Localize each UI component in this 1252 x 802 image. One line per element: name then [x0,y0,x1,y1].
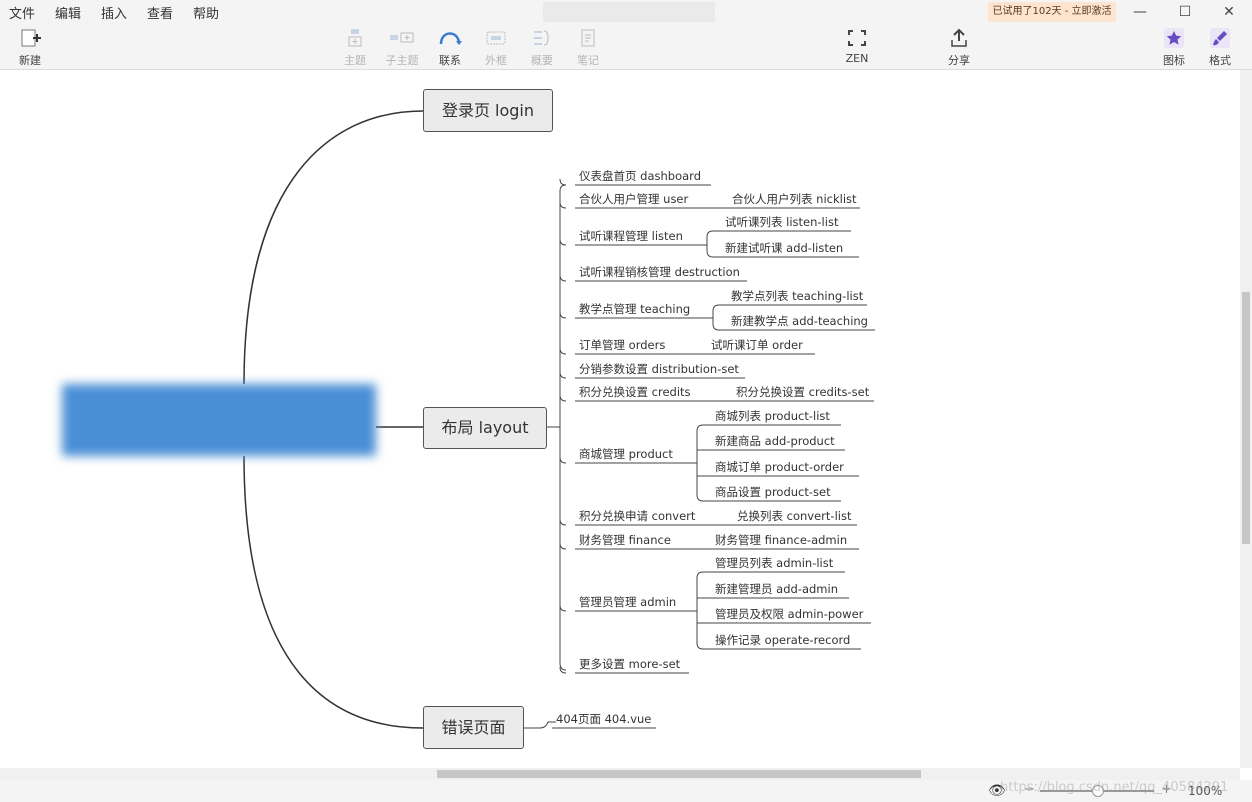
summary-icon [522,28,562,50]
leaf-listen-1[interactable]: 新建试听课 add-listen [725,241,843,257]
vertical-scrollbar[interactable] [1240,70,1252,768]
menu-help[interactable]: 帮助 [193,3,219,22]
branch-dashboard[interactable]: 仪表盘首页 dashboard [579,169,701,185]
maximize-button[interactable]: ☐ [1175,2,1195,22]
subtopic-button[interactable]: 子主题 [382,28,422,68]
star-icon [1154,28,1194,50]
note-icon [568,28,608,50]
note-button[interactable]: 笔记 [568,28,608,68]
boundary-label: 外框 [485,54,507,67]
new-label: 新建 [19,54,41,67]
format-label: 格式 [1209,54,1231,67]
branch-listen[interactable]: 试听课程管理 listen [579,229,683,245]
leaf-404[interactable]: 404页面 404.vue [556,712,651,728]
boundary-button[interactable]: 外框 [476,28,516,68]
relation-icon [430,28,470,50]
topic-label: 主题 [344,54,366,67]
new-file-icon [10,28,50,50]
leaf-product-3[interactable]: 商品设置 product-set [715,485,831,501]
topic-layout[interactable]: 布局 layout [423,407,547,449]
window-title [543,2,715,22]
toolbar: 新建 主题 子主题 联系 外框 概要 笔记 ZEN 分享 图标 格式 [0,24,1252,70]
menu-insert[interactable]: 插入 [101,3,127,22]
leaf-product-0[interactable]: 商城列表 product-list [715,409,830,425]
icons-label: 图标 [1163,54,1185,67]
leaf-finance-0[interactable]: 财务管理 finance-admin [715,533,847,549]
branch-convert[interactable]: 积分兑换申请 convert [579,509,695,525]
brush-icon [1200,28,1240,50]
status-bar: 👁 − + 100% https://blog.csdn.net/qq_4058… [0,780,1252,802]
menu-bar: 文件 编辑 插入 查看 帮助 已试用了102天 - 立即激活 — ☐ ✕ [0,0,1252,24]
leaf-product-1[interactable]: 新建商品 add-product [715,434,835,450]
topic-icon [335,28,375,50]
new-button[interactable]: 新建 [10,28,50,68]
leaf-admin-1[interactable]: 新建管理员 add-admin [715,582,838,598]
branch-finance[interactable]: 财务管理 finance [579,533,671,549]
share-icon [939,28,979,50]
boundary-icon [476,28,516,50]
fullscreen-icon [837,28,877,50]
relation-button[interactable]: 联系 [430,28,470,68]
leaf-credits-0[interactable]: 积分兑换设置 credits-set [736,385,869,401]
leaf-admin-0[interactable]: 管理员列表 admin-list [715,556,833,572]
subtopic-icon [382,28,422,50]
menu-view[interactable]: 查看 [147,3,173,22]
note-label: 笔记 [577,54,599,67]
branch-user[interactable]: 合伙人用户管理 user [579,192,688,208]
branch-destruction[interactable]: 试听课程销核管理 destruction [579,265,740,281]
minimize-button[interactable]: — [1130,2,1150,22]
trial-badge[interactable]: 已试用了102天 - 立即激活 [988,2,1116,22]
branch-credits[interactable]: 积分兑换设置 credits [579,385,691,401]
subtopic-label: 子主题 [385,54,419,67]
topic-login[interactable]: 登录页 login [423,89,553,132]
topic-button[interactable]: 主题 [335,28,375,68]
leaf-user-0[interactable]: 合伙人用户列表 nicklist [732,192,857,208]
leaf-convert-0[interactable]: 兑换列表 convert-list [737,509,851,525]
branch-more[interactable]: 更多设置 more-set [579,657,680,673]
branch-orders[interactable]: 订单管理 orders [579,338,665,354]
menu-file[interactable]: 文件 [9,3,35,22]
leaf-orders-0[interactable]: 试听课订单 order [711,338,803,354]
summary-label: 概要 [531,54,553,67]
vertical-scroll-thumb[interactable] [1242,292,1250,544]
branch-product[interactable]: 商城管理 product [579,447,673,463]
menu-edit[interactable]: 编辑 [55,3,81,22]
leaf-teaching-0[interactable]: 教学点列表 teaching-list [731,289,863,305]
format-button[interactable]: 格式 [1200,28,1240,68]
leaf-admin-2[interactable]: 管理员及权限 admin-power [715,607,863,623]
zen-button[interactable]: ZEN [837,28,877,65]
central-topic[interactable] [62,384,376,456]
leaf-admin-3[interactable]: 操作记录 operate-record [715,633,850,649]
branch-admin[interactable]: 管理员管理 admin [579,595,676,611]
leaf-listen-0[interactable]: 试听课列表 listen-list [725,215,838,231]
share-label: 分享 [948,54,970,67]
branch-teaching[interactable]: 教学点管理 teaching [579,302,690,318]
topic-error[interactable]: 错误页面 [423,706,524,749]
horizontal-scrollbar[interactable] [0,768,1240,780]
watermark-text: https://blog.csdn.net/qq_40584291 [1000,780,1229,795]
branch-distribution[interactable]: 分销参数设置 distribution-set [579,362,739,378]
relation-label: 联系 [439,54,461,67]
icons-button[interactable]: 图标 [1154,28,1194,68]
summary-button[interactable]: 概要 [522,28,562,68]
share-button[interactable]: 分享 [939,28,979,68]
zen-label: ZEN [845,52,869,65]
horizontal-scroll-thumb[interactable] [437,770,921,778]
mindmap-canvas[interactable]: 登录页 login 布局 layout 错误页面 仪表盘首页 dashboard… [0,70,1240,768]
leaf-teaching-1[interactable]: 新建教学点 add-teaching [731,314,868,330]
close-button[interactable]: ✕ [1219,2,1239,22]
leaf-product-2[interactable]: 商城订单 product-order [715,460,844,476]
